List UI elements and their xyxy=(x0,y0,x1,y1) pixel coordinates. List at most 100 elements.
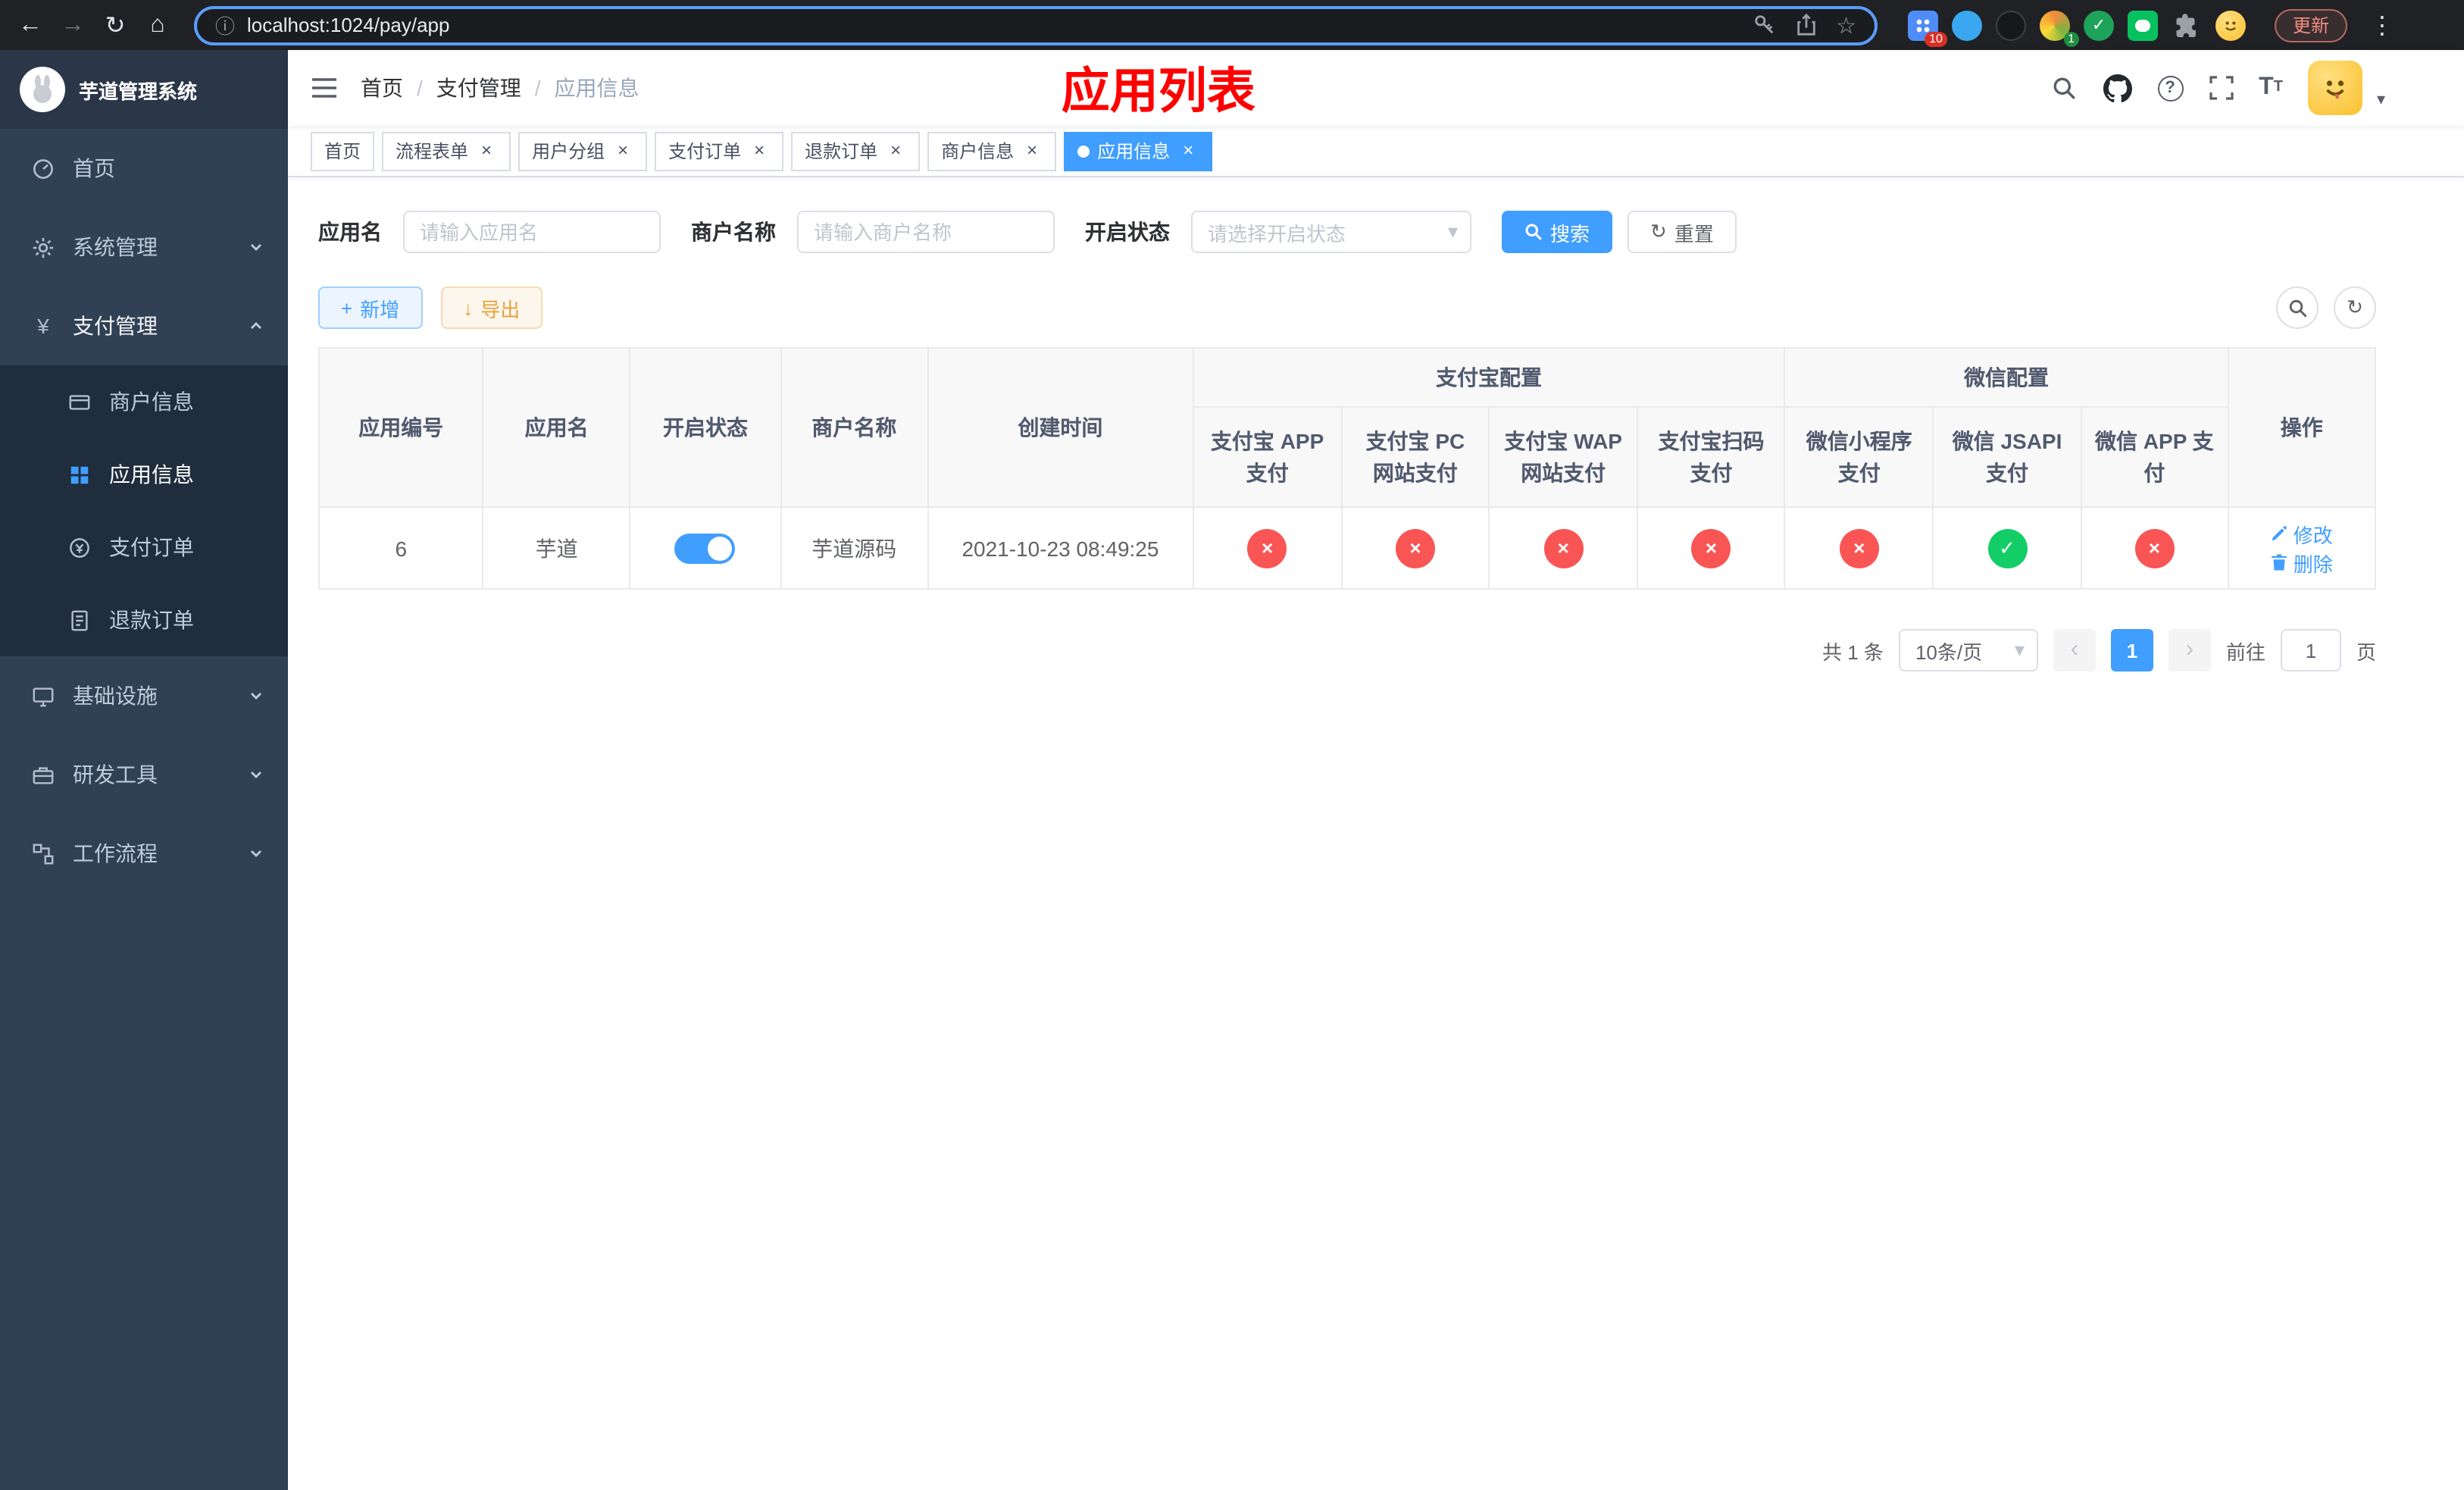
sidebar: 芋道管理系统 首页 系统管理 ¥ 支付管理 商户信息 应用信息 支付订单 退款订… xyxy=(0,50,288,1490)
add-button[interactable]: + 新增 xyxy=(318,286,423,329)
close-icon[interactable]: × xyxy=(1021,139,1043,161)
extension-drop-icon[interactable] xyxy=(1951,10,1982,40)
extension-avatar-icon[interactable]: 1 xyxy=(2039,10,2079,46)
gear-icon xyxy=(30,236,56,258)
cell-app-id: 6 xyxy=(317,506,484,590)
close-icon[interactable]: × xyxy=(749,139,770,161)
browser-forward-button[interactable]: → xyxy=(52,4,94,46)
search-icon[interactable] xyxy=(2051,75,2077,101)
row-status-switch[interactable] xyxy=(674,533,736,563)
browser-back-button[interactable]: ← xyxy=(9,4,52,46)
sidebar-toggle-icon[interactable] xyxy=(311,76,338,100)
reset-button[interactable]: ↻ 重置 xyxy=(1628,211,1737,253)
active-dot xyxy=(1077,145,1090,157)
font-size-icon[interactable]: TT xyxy=(2259,75,2283,100)
col-wechat-mini: 微信小程序支付 xyxy=(1784,406,1934,508)
browser-update-button[interactable]: 更新 xyxy=(2274,8,2347,42)
tab-app-info[interactable]: 应用信息 × xyxy=(1064,131,1213,171)
export-button[interactable]: ↓ 导出 xyxy=(440,286,543,329)
help-icon[interactable]: ? xyxy=(2157,75,2184,101)
url-text: localhost:1024/pay/app xyxy=(247,14,450,36)
status-alipay-wap: × xyxy=(1543,528,1584,568)
col-status: 开启状态 xyxy=(629,347,782,508)
more-icon: ⋮ xyxy=(2370,13,2394,39)
site-info-icon[interactable]: ⓘ xyxy=(215,11,235,39)
tab-process-form[interactable]: 流程表单 × xyxy=(382,131,511,171)
close-icon[interactable]: × xyxy=(885,139,906,161)
extension-grid-icon[interactable]: 10 xyxy=(1907,10,1947,46)
bookmark-star-icon[interactable]: ☆ xyxy=(1836,11,1856,39)
sidebar-item-refund-order[interactable]: 退款订单 xyxy=(0,584,288,656)
breadcrumb-current: 应用信息 xyxy=(554,76,639,100)
tab-label: 流程表单 xyxy=(396,141,469,162)
sidebar-item-merchant-info[interactable]: 商户信息 xyxy=(0,365,288,438)
col-alipay-qr: 支付宝扫码支付 xyxy=(1637,406,1786,508)
sidebar-logo[interactable]: 芋道管理系统 xyxy=(0,50,288,129)
workflow-icon xyxy=(30,842,56,865)
delete-link[interactable]: 删除 xyxy=(2271,548,2333,577)
sidebar-item-app-info[interactable]: 应用信息 xyxy=(0,438,288,511)
page-title: 应用列表 xyxy=(1061,64,1255,118)
cell-created: 2021-10-23 08:49:25 xyxy=(927,506,1194,590)
profile-avatar-icon[interactable] xyxy=(2215,10,2246,40)
share-icon[interactable] xyxy=(1795,14,1816,36)
extension-check-icon[interactable]: ✓ xyxy=(2083,10,2114,40)
fullscreen-icon[interactable] xyxy=(2209,76,2233,100)
user-menu-caret-icon[interactable]: ▾ xyxy=(2377,89,2385,115)
extension-dark-icon[interactable] xyxy=(1995,10,2026,40)
dashboard-icon xyxy=(30,157,56,180)
sidebar-item-dev-tools[interactable]: 研发工具 xyxy=(0,735,288,814)
browser-menu-button[interactable]: ⋮ xyxy=(2361,4,2403,46)
prev-page-button[interactable]: ‹ xyxy=(2053,629,2096,671)
extension-wechat-icon[interactable] xyxy=(2127,10,2158,40)
edit-link[interactable]: 修改 xyxy=(2271,519,2333,548)
sidebar-item-label: 退款订单 xyxy=(109,608,194,632)
current-page[interactable]: 1 xyxy=(2110,629,2153,671)
breadcrumb: 首页 / 支付管理 / 应用信息 xyxy=(361,73,639,103)
browser-reload-button[interactable]: ↻ xyxy=(94,4,136,46)
next-page-button[interactable]: › xyxy=(2168,629,2211,671)
status-alipay-app: × xyxy=(1247,528,1287,568)
password-key-icon[interactable] xyxy=(1753,14,1775,36)
status-select-placeholder: 请选择开启状态 xyxy=(1208,222,1346,245)
merchant-name-input[interactable] xyxy=(797,211,1055,253)
tab-user-group[interactable]: 用户分组 × xyxy=(518,131,648,171)
document-icon xyxy=(67,609,92,631)
tab-merchant-info[interactable]: 商户信息 × xyxy=(927,131,1057,171)
github-icon[interactable] xyxy=(2103,74,2132,102)
app-name-input[interactable] xyxy=(403,211,661,253)
tab-home[interactable]: 首页 xyxy=(311,131,375,171)
table-row: 6 芋道 芋道源码 2021-10-23 08:49:25 × × × × × … xyxy=(317,506,2377,590)
user-avatar[interactable] xyxy=(2308,61,2363,115)
download-icon: ↓ xyxy=(463,296,474,319)
sidebar-item-infra[interactable]: 基础设施 xyxy=(0,656,288,735)
extensions-puzzle-icon[interactable] xyxy=(2172,10,2202,40)
col-actions: 操作 xyxy=(2227,347,2377,508)
close-icon[interactable]: × xyxy=(612,139,633,161)
sidebar-item-pay-order[interactable]: 支付订单 xyxy=(0,511,288,584)
goto-page-input[interactable] xyxy=(2280,629,2341,671)
sidebar-item-payment[interactable]: ¥ 支付管理 xyxy=(0,286,288,365)
merchant-name-label: 商户名称 xyxy=(691,220,776,244)
browser-home-button[interactable]: ⌂ xyxy=(136,4,179,46)
address-bar[interactable]: ⓘ localhost:1024/pay/app ☆ xyxy=(194,5,1878,45)
breadcrumb-home[interactable]: 首页 xyxy=(361,73,403,103)
status-select[interactable]: 请选择开启状态 ▾ xyxy=(1191,211,1471,253)
col-app-id: 应用编号 xyxy=(317,347,484,508)
close-icon[interactable]: × xyxy=(476,139,497,161)
goto-unit: 页 xyxy=(2356,640,2376,663)
tab-pay-order[interactable]: 支付订单 × xyxy=(655,131,784,171)
sidebar-item-workflow[interactable]: 工作流程 xyxy=(0,814,288,893)
cell-merchant: 芋道源码 xyxy=(780,506,929,590)
refresh-button[interactable]: ↻ xyxy=(2334,286,2376,329)
toggle-search-button[interactable] xyxy=(2276,286,2319,329)
breadcrumb-payment[interactable]: 支付管理 xyxy=(436,73,521,103)
sidebar-item-system[interactable]: 系统管理 xyxy=(0,208,288,286)
page-size-select[interactable]: 10条/页 ▾ xyxy=(1898,629,2038,671)
tab-refund-order[interactable]: 退款订单 × xyxy=(791,131,921,171)
tab-label: 支付订单 xyxy=(668,141,742,162)
search-button[interactable]: 搜索 xyxy=(1502,211,1613,253)
sidebar-item-home[interactable]: 首页 xyxy=(0,129,288,208)
status-wechat-app: × xyxy=(2134,528,2175,568)
close-icon[interactable]: × xyxy=(1177,139,1199,161)
